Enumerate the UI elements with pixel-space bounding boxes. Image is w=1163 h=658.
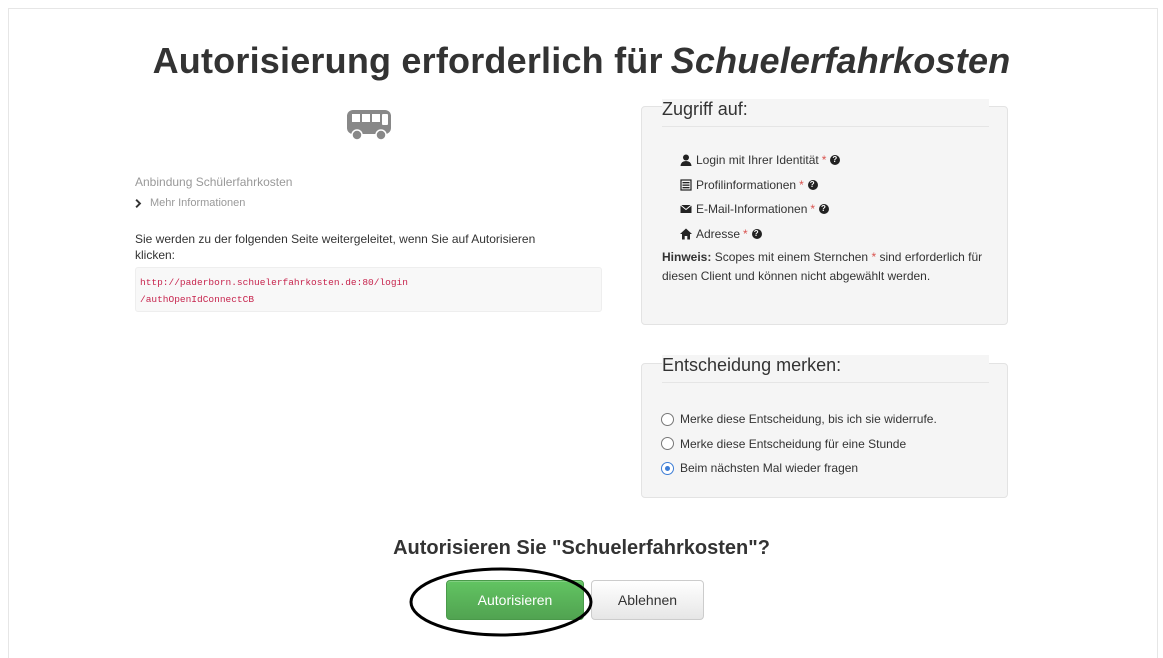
remember-option-one-hour[interactable]: Merke diese Entscheidung für eine Stunde <box>661 432 937 457</box>
help-icon[interactable] <box>830 149 841 171</box>
scope-label: Profilinformationen <box>696 177 797 192</box>
authorize-button[interactable]: Autorisieren <box>446 580 584 620</box>
radio-label: Merke diese Entscheidung, bis ich sie wi… <box>680 412 937 427</box>
hint-label: Hinweis: <box>662 250 712 264</box>
required-star: * <box>799 177 804 192</box>
envelope-icon <box>680 204 692 214</box>
scope-list: Login mit Ihrer Identität* Profilinforma… <box>680 148 841 247</box>
radio-button[interactable] <box>661 437 674 451</box>
help-icon[interactable] <box>751 223 762 245</box>
required-star: * <box>810 202 816 216</box>
scopes-panel: Zugriff auf: Login mit Ihrer Identität * … <box>641 99 1008 325</box>
title-app-name: Schuelerfahrkosten <box>670 40 1011 81</box>
required-star: * <box>743 226 748 241</box>
bus-icon <box>347 110 391 141</box>
remember-option-until-revoke[interactable]: Merke diese Entscheidung, bis ich sie wi… <box>661 407 937 432</box>
radio-button[interactable] <box>661 412 674 426</box>
remember-options: Merke diese Entscheidung, bis ich sie wi… <box>661 407 937 481</box>
remember-option-ask-again[interactable]: Beim nächsten Mal wieder fragen <box>661 456 937 481</box>
chevron-right-icon <box>135 198 142 208</box>
scopes-legend: Zugriff auf: <box>662 99 989 127</box>
redirect-text: Sie werden zu der folgenden Seite weiter… <box>135 232 536 262</box>
scope-item-login: Login mit Ihrer Identität * <box>680 148 841 173</box>
radio-label: Beim nächsten Mal wieder fragen <box>680 461 859 476</box>
scope-item-address: Adresse * <box>680 222 840 247</box>
remember-legend: Entscheidung merken: <box>662 355 989 383</box>
hint-star: * <box>871 250 877 264</box>
deny-button[interactable]: Ablehnen <box>591 580 704 620</box>
scope-label: Adresse <box>696 226 741 241</box>
help-icon[interactable] <box>819 198 830 220</box>
list-icon <box>680 179 692 191</box>
scopes-hint: Hinweis: Scopes mit einem Sternchen * si… <box>662 248 987 286</box>
page-title: Autorisierung erforderlich für Schuelerfa… <box>0 40 1163 82</box>
redirect-uri-line-1: http://paderborn.schuelerfahrkosten.de:8… <box>140 277 408 288</box>
help-icon[interactable] <box>807 174 818 196</box>
user-icon <box>680 154 692 167</box>
title-prefix: Autorisierung erforderlich für <box>152 40 663 81</box>
hint-text-before: Scopes mit einem Sternchen <box>714 250 869 264</box>
remember-panel: Entscheidung merken: Merke diese Entsche… <box>641 355 1008 498</box>
authorize-question: Autorisieren Sie "Schuelerfahrkosten"? <box>393 537 770 559</box>
scope-label: Login mit Ihrer Identität <box>696 153 819 167</box>
more-info-link[interactable]: Mehr Informationen <box>135 197 245 209</box>
redirect-uri-line-2: /authOpenIdConnectCB <box>140 294 255 305</box>
scope-item-email: E-Mail-Informationen * <box>680 197 840 222</box>
redirect-uri: http://paderborn.schuelerfahrkosten.de:8… <box>135 267 602 312</box>
home-icon <box>680 228 692 240</box>
more-info-label: Mehr Informationen <box>150 197 246 209</box>
required-star: * <box>821 153 827 167</box>
scope-label: E-Mail-Informationen <box>696 202 808 216</box>
radio-button-selected[interactable] <box>661 461 674 475</box>
scope-item-profile: Profilinformationen * <box>680 173 840 198</box>
client-name: Anbindung Schülerfahrkosten <box>135 175 293 189</box>
radio-label: Merke diese Entscheidung für eine Stunde <box>680 436 907 451</box>
